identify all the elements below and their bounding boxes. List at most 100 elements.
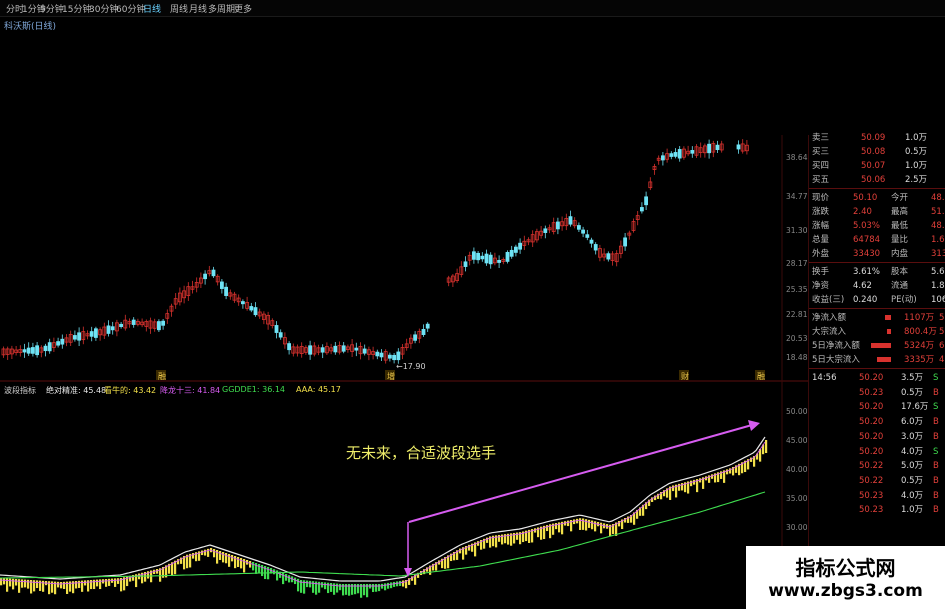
- quote-cell: 50.20: [859, 417, 884, 428]
- candle-body: [581, 229, 585, 234]
- candle-body: [94, 328, 98, 338]
- quote-cell: S: [933, 402, 939, 413]
- candle-body: [518, 242, 522, 250]
- quote-cell: 50.22: [859, 475, 884, 486]
- flow-bar: [871, 343, 891, 348]
- annotation-text: 无未来，合适波段选手: [346, 444, 497, 462]
- divider: [809, 262, 945, 263]
- quote-cell: B: [933, 475, 939, 486]
- quote-cell: 涨幅: [812, 221, 830, 231]
- candle-body: [240, 301, 245, 305]
- histogram-bar: [402, 580, 405, 587]
- indicator-value: AAA: 45.17: [296, 385, 341, 394]
- quote-cell: PE(动): [891, 295, 917, 305]
- quote-cell: 50.23: [859, 505, 884, 516]
- quote-cell: 33430: [853, 249, 881, 259]
- quote-cell: 2.5万: [905, 175, 928, 185]
- quote-cell: 0.240: [853, 295, 878, 305]
- histogram-bar: [381, 583, 384, 589]
- quote-cell: 4.0万: [901, 490, 924, 501]
- quote-cell: S: [933, 373, 939, 383]
- histogram-bar: [15, 579, 18, 586]
- candle-body: [379, 352, 384, 358]
- candle-body: [274, 325, 279, 333]
- histogram-bar: [396, 581, 399, 587]
- histogram-bar: [600, 522, 603, 534]
- histogram-bar: [327, 582, 330, 594]
- candle-body: [341, 345, 346, 352]
- quote-cell: B: [933, 505, 939, 516]
- histogram-bar: [354, 584, 357, 595]
- quote-cell: 股本: [891, 267, 909, 277]
- histogram-bar: [321, 582, 324, 588]
- quote-cell: B: [933, 431, 939, 442]
- quote-cell: B: [933, 387, 939, 398]
- histogram-bar: [390, 582, 393, 589]
- histogram-bar: [375, 584, 378, 592]
- event-marker: 增: [387, 371, 395, 381]
- candle-body: [673, 152, 678, 157]
- histogram-bar: [324, 582, 327, 590]
- quote-row: 50.20 4.0万 S: [809, 445, 945, 459]
- candle-body: [161, 320, 166, 326]
- histogram-bar: [57, 581, 60, 588]
- candle-body: [480, 255, 485, 260]
- candle-body: [60, 338, 65, 345]
- quote-row: 净流入额 1107万 5: [809, 311, 945, 325]
- candle-body: [375, 351, 380, 357]
- quote-cell: 5: [939, 327, 945, 337]
- indicator-value: GGDDE1: 36.14: [222, 385, 286, 394]
- candle-body: [690, 150, 695, 154]
- quote-cell: 5: [939, 313, 945, 323]
- histogram-bar: [39, 580, 42, 591]
- quote-cell: S: [933, 446, 939, 457]
- quote-cell: 买三: [812, 147, 830, 157]
- quote-cell: 5日大宗流入: [812, 355, 860, 365]
- start-arrow: [404, 522, 412, 577]
- histogram-bar: [75, 581, 78, 589]
- watermark-logo: 指标公式网 www.zbgs3.com: [746, 546, 945, 609]
- candle-body: [287, 343, 292, 351]
- histogram-bar: [672, 485, 675, 492]
- quote-cell: 1107万: [904, 313, 935, 323]
- quote-cell: 卖三: [812, 133, 830, 143]
- quote-row: 涨幅 5.03% 最低 48.1: [809, 219, 945, 233]
- histogram-bar: [387, 582, 390, 589]
- indicator-value: 降龙十三: 41.84: [160, 386, 221, 395]
- histogram-bar: [3, 578, 6, 585]
- low-price-marker: ←17.90: [396, 362, 426, 371]
- candle-body: [362, 348, 367, 354]
- quote-row: 总量 64784 量比 1.6: [809, 233, 945, 247]
- candle-body: [131, 319, 136, 325]
- candle-body: [73, 335, 77, 340]
- quote-cell: 净流入额: [812, 313, 847, 323]
- quote-row: 14:56 50.20 3.5万 S: [809, 371, 945, 385]
- histogram-bar: [90, 580, 93, 590]
- candle-body: [26, 347, 31, 354]
- event-marker: 融: [158, 371, 166, 381]
- quote-cell: 50.22: [859, 461, 884, 472]
- watermark-title: 指标公式网: [795, 556, 896, 580]
- quote-cell: 1.80: [931, 281, 945, 291]
- quote-cell: 净资: [812, 281, 830, 291]
- histogram-bar: [213, 549, 216, 558]
- indicator-tick: 50.00: [786, 407, 808, 416]
- candle-body: [644, 196, 648, 206]
- histogram-bar: [594, 521, 597, 532]
- candle-body: [577, 225, 581, 230]
- price-tick: 28.17: [786, 259, 808, 268]
- divider: [809, 308, 945, 309]
- histogram-bar: [231, 555, 234, 562]
- histogram-bar: [555, 523, 558, 530]
- candle-body: [354, 347, 359, 351]
- line-dragon: [0, 441, 766, 587]
- histogram-bar: [249, 561, 252, 568]
- histogram-bar: [765, 440, 768, 454]
- histogram-bar: [84, 580, 87, 586]
- quote-row: 买四 50.07 1.0万: [809, 159, 945, 173]
- candle-body: [320, 347, 325, 353]
- price-tick: 38.64: [786, 153, 808, 162]
- candle-body: [476, 252, 481, 261]
- quote-cell: 换手: [812, 267, 830, 277]
- indicator-value: 绝对精准: 45.48: [46, 386, 107, 395]
